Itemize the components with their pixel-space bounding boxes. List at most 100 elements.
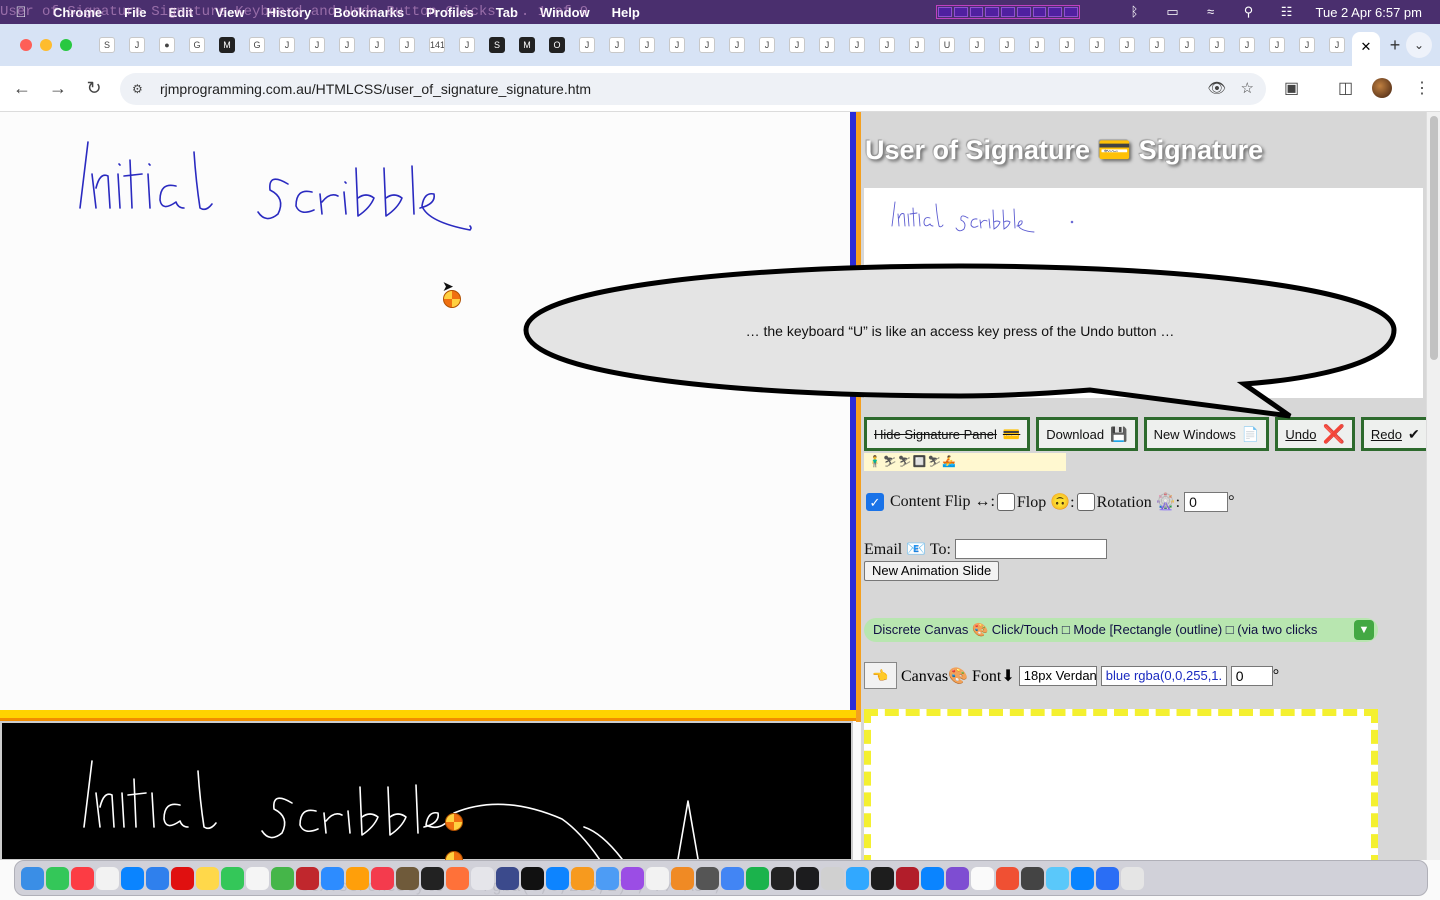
dock-filezilla-icon[interactable]	[296, 866, 319, 890]
dock-facetime-icon[interactable]	[221, 866, 244, 890]
browser-tab[interactable]: U	[932, 30, 962, 60]
menu-history[interactable]: History	[255, 5, 322, 20]
dock-firefox-icon[interactable]	[446, 866, 469, 890]
eye-icon[interactable]: 👁	[1208, 79, 1227, 97]
dock-reminders-icon[interactable]	[96, 866, 119, 890]
menu-tab[interactable]: Tab	[485, 5, 529, 20]
browser-tab[interactable]: J	[362, 30, 392, 60]
reload-button[interactable]: ↻	[76, 78, 112, 99]
dock-inkscape-icon[interactable]	[871, 866, 894, 890]
menu-profiles[interactable]: Profiles	[415, 5, 485, 20]
menu-help[interactable]: Help	[601, 5, 651, 20]
hand-pointer-button[interactable]: 👈	[864, 662, 897, 689]
browser-tab[interactable]: J	[1052, 30, 1082, 60]
browser-tab[interactable]: J	[992, 30, 1022, 60]
side-panel-icon[interactable]: ◫	[1338, 78, 1353, 98]
browser-tab[interactable]: G	[242, 30, 272, 60]
url-text[interactable]: rjmprogramming.com.au/HTMLCSS/user_of_si…	[160, 81, 591, 97]
dock-podcasts-icon[interactable]	[621, 866, 644, 890]
dock-calendar-icon[interactable]	[646, 866, 669, 890]
browser-tab[interactable]: J	[1292, 30, 1322, 60]
browser-tab[interactable]: J	[782, 30, 812, 60]
browser-tab[interactable]: 1417	[422, 30, 452, 60]
browser-tab[interactable]: J	[1232, 30, 1262, 60]
minimize-window-icon[interactable]	[40, 39, 52, 51]
spotlight-icon[interactable]: ⚲	[1240, 5, 1258, 19]
dock-hex-icon[interactable]	[821, 866, 844, 890]
browser-tab[interactable]: J	[1112, 30, 1142, 60]
dock-chrome-icon[interactable]	[721, 866, 744, 890]
browser-tab[interactable]: J	[1262, 30, 1292, 60]
browser-tab[interactable]: J	[572, 30, 602, 60]
browser-tab[interactable]: J	[392, 30, 422, 60]
dock-safari2-icon[interactable]	[921, 866, 944, 890]
back-button[interactable]: ←	[4, 78, 40, 99]
browser-tab[interactable]: J	[452, 30, 482, 60]
close-window-icon[interactable]	[20, 39, 32, 51]
undo-button[interactable]: Undo ❌	[1275, 417, 1355, 451]
browser-tab[interactable]: J	[962, 30, 992, 60]
dock-pages-icon[interactable]	[571, 866, 594, 890]
dock-appstore-icon[interactable]	[546, 866, 569, 890]
browser-tab[interactable]: J	[632, 30, 662, 60]
browser-tab[interactable]: J	[1172, 30, 1202, 60]
menu-file[interactable]: File	[113, 5, 157, 20]
dock-zoom-icon[interactable]	[321, 866, 344, 890]
browser-tab[interactable]: J	[1202, 30, 1232, 60]
flop-checkbox[interactable]	[996, 493, 1015, 511]
font-input[interactable]: 18px Verdan	[1018, 665, 1097, 686]
dock-mail-icon[interactable]	[146, 866, 169, 890]
email-to-input[interactable]	[954, 539, 1107, 559]
dock-web-icon[interactable]	[1071, 866, 1094, 890]
download-button[interactable]: Download 💾	[1036, 417, 1138, 451]
flipped-content-canvas[interactable]	[0, 721, 853, 860]
star-icon[interactable]: ☆	[1241, 79, 1254, 97]
dock-maps-icon[interactable]	[271, 866, 294, 890]
browser-tab[interactable]: J	[332, 30, 362, 60]
menu-clock[interactable]: Tue 2 Apr 6:57 pm	[1316, 5, 1422, 20]
rotation-input[interactable]: 0	[1184, 492, 1229, 512]
dock-quicktime-icon[interactable]	[796, 866, 819, 890]
menu-edit[interactable]: Edit	[158, 5, 205, 20]
browser-tab[interactable]: J	[1322, 30, 1352, 60]
browser-tab[interactable]: J	[902, 30, 932, 60]
zoom-window-icon[interactable]	[60, 39, 72, 51]
browser-tab[interactable]: J	[812, 30, 842, 60]
browser-tab[interactable]: J	[842, 30, 872, 60]
dock-photoshop-icon[interactable]	[846, 866, 869, 890]
browser-tab[interactable]: J	[722, 30, 752, 60]
canvas-mode-select[interactable]: Discrete Canvas 🎨 Click/Touch □ Mode [Re…	[864, 618, 1378, 642]
wifi-icon[interactable]: ≈	[1202, 5, 1220, 19]
tab-search-button[interactable]: ⌄	[1406, 32, 1432, 58]
profile-avatar[interactable]	[1372, 78, 1392, 98]
new-animation-slide-button[interactable]: New Animation Slide	[864, 561, 1000, 581]
browser-tab[interactable]: J	[1142, 30, 1172, 60]
new-windows-button[interactable]: New Windows 📄	[1143, 417, 1270, 451]
active-tab[interactable]: ✕	[1352, 32, 1380, 66]
dock-scripts-icon[interactable]	[1021, 866, 1044, 890]
chrome-menu-icon[interactable]: ⋮	[1414, 78, 1430, 98]
site-info-icon[interactable]: ⚙	[132, 82, 148, 96]
dock-vectorworks-icon[interactable]	[896, 866, 919, 890]
browser-tab[interactable]: O	[542, 30, 572, 60]
address-bar[interactable]: ⚙ rjmprogramming.com.au/HTMLCSS/user_of_…	[120, 73, 1266, 105]
dock-bbedit-icon[interactable]	[496, 866, 519, 890]
browser-tab[interactable]: J	[662, 30, 692, 60]
browser-tab[interactable]: J	[272, 30, 302, 60]
rotation-checkbox[interactable]	[1076, 493, 1095, 511]
dock-terminal2-icon[interactable]	[771, 866, 794, 890]
dock-calculator-icon[interactable]	[696, 866, 719, 890]
dock-folder-icon[interactable]	[1046, 866, 1069, 890]
forward-button[interactable]: →	[40, 78, 76, 99]
color-input[interactable]: blue rgba(0,0,255,1.	[1100, 665, 1227, 686]
dock-affinity-icon[interactable]	[946, 866, 969, 890]
browser-tab[interactable]: J	[692, 30, 722, 60]
dock-safari-icon[interactable]	[121, 866, 144, 890]
dock-gimp-icon[interactable]	[396, 866, 419, 890]
scrollbar-thumb[interactable]	[1430, 116, 1438, 360]
control-center-icon[interactable]: ☷	[1278, 5, 1296, 19]
browser-tab[interactable]: ●	[152, 30, 182, 60]
hide-signature-panel-button[interactable]: Hide Signature Panel 💳	[864, 417, 1031, 451]
browser-tab[interactable]: S	[92, 30, 122, 60]
dock-finder-icon[interactable]	[21, 866, 44, 890]
